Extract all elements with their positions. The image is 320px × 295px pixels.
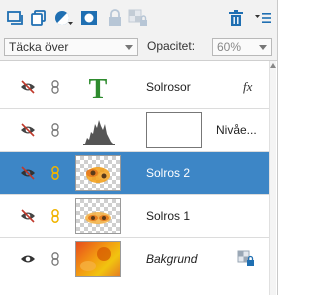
link-icon[interactable] — [48, 80, 62, 94]
layer-row-levels[interactable]: Nivåe... — [0, 109, 270, 152]
layer-name: Solros 1 — [146, 209, 191, 223]
fx-icon[interactable]: fx — [243, 79, 252, 95]
layers-panel: Täcka över Opacitet: 60% T Solrosor fx N… — [0, 0, 278, 295]
lock-transparency-icon[interactable] — [128, 9, 147, 27]
visibility-hidden-icon[interactable] — [20, 166, 36, 180]
link-icon[interactable] — [48, 252, 62, 266]
layers-toolbar — [0, 0, 277, 34]
layer-row-solros-1[interactable]: Solros 1 — [0, 195, 270, 238]
layer-thumbnail[interactable] — [75, 198, 121, 234]
delete-layer-icon[interactable] — [227, 9, 245, 27]
blend-mode-select[interactable]: Täcka över — [4, 38, 138, 56]
layer-thumbnail[interactable] — [75, 241, 121, 277]
svg-text:T: T — [89, 74, 108, 105]
lock-all-icon[interactable] — [106, 9, 124, 27]
layer-name: Bakgrund — [146, 252, 198, 266]
adjustment-layer-icon[interactable] — [54, 9, 73, 27]
link-icon[interactable] — [48, 209, 62, 223]
layer-mask-icon[interactable] — [80, 9, 98, 27]
link-icon[interactable] — [48, 123, 62, 137]
blend-opacity-row: Täcka över Opacitet: 60% — [0, 34, 277, 61]
opacity-select[interactable]: 60% — [212, 38, 272, 56]
opacity-value: 60% — [217, 40, 242, 54]
layer-row-solrosor[interactable]: T Solrosor fx — [0, 66, 270, 109]
opacity-label: Opacitet: — [147, 39, 196, 53]
visibility-visible-icon[interactable] — [20, 252, 36, 266]
layer-name: Solrosor — [146, 80, 191, 94]
layer-row-solros-2[interactable]: Solros 2 — [0, 152, 270, 195]
visibility-hidden-icon[interactable] — [20, 123, 36, 137]
visibility-hidden-icon[interactable] — [20, 209, 36, 223]
chevron-down-icon — [259, 45, 267, 50]
histogram-icon — [75, 112, 121, 148]
lock-transparency-icon — [237, 250, 255, 268]
layers-scrollbar[interactable] — [269, 61, 276, 295]
layer-row-bakgrund[interactable]: Bakgrund — [0, 238, 270, 281]
blend-mode-value: Täcka över — [9, 40, 69, 54]
layer-name: Solros 2 — [146, 166, 191, 180]
visibility-hidden-icon[interactable] — [20, 80, 36, 94]
layer-name: Nivåe... — [216, 123, 257, 137]
new-group-icon[interactable] — [30, 9, 48, 27]
link-icon[interactable] — [48, 166, 62, 180]
layer-mask-thumbnail[interactable] — [146, 112, 202, 148]
new-layer-icon[interactable] — [6, 9, 24, 27]
layers-list: T Solrosor fx Nivåe... Solros 2 Solros 1… — [0, 61, 270, 295]
text-layer-icon: T — [75, 69, 121, 105]
layer-thumbnail[interactable] — [75, 155, 121, 191]
chevron-down-icon — [125, 45, 133, 50]
scroll-up-icon[interactable] — [270, 63, 276, 68]
panel-menu-icon[interactable] — [254, 9, 272, 27]
